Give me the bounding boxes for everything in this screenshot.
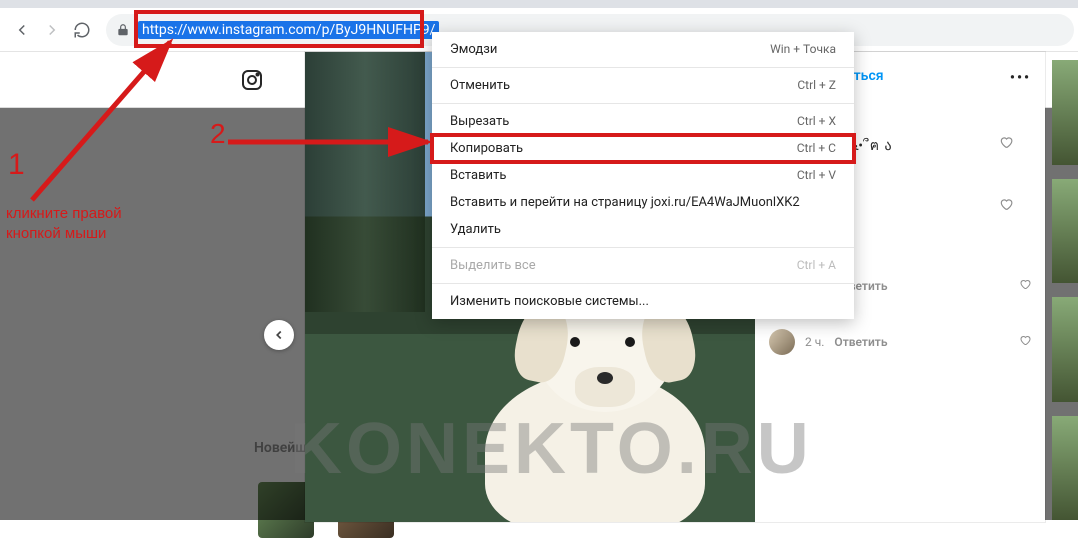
context-menu-item: Выделить все Ctrl + A: [432, 252, 854, 279]
watermark: KONEKTO.RU: [290, 408, 813, 490]
context-menu-shortcut: Ctrl + A: [797, 258, 836, 273]
prev-post-button[interactable]: [264, 320, 294, 350]
like-button[interactable]: [999, 197, 1013, 215]
comment-time: 2 ч.: [805, 335, 824, 349]
annotation-number-2: 2: [210, 118, 226, 150]
like-caption-button[interactable]: [999, 135, 1013, 153]
context-menu-label: Удалить: [450, 222, 501, 237]
context-menu-separator: [432, 283, 854, 284]
annotation-arrow-1: [20, 30, 220, 214]
context-menu-item[interactable]: Эмодзи Win + Точка: [432, 36, 854, 63]
context-menu-item[interactable]: Вставить Ctrl + V: [432, 162, 854, 189]
context-menu-label: Изменить поисковые системы...: [450, 294, 649, 309]
context-menu-item[interactable]: Удалить: [432, 216, 854, 243]
context-menu-item[interactable]: Вставить и перейти на страницу joxi.ru/E…: [432, 189, 854, 216]
background-thumbs-right: [1052, 60, 1078, 520]
context-menu-item[interactable]: Вырезать Ctrl + X: [432, 108, 854, 135]
context-menu-label: Вставить: [450, 168, 506, 183]
context-menu-shortcut: Ctrl + V: [797, 168, 836, 183]
annotation-number-1: 1: [8, 148, 25, 182]
like-comment-button[interactable]: [1019, 334, 1031, 350]
reply-link[interactable]: Ответить: [834, 335, 887, 349]
context-menu-shortcut: Ctrl + C: [797, 141, 836, 156]
context-menu-separator: [432, 67, 854, 68]
tab-strip: [0, 0, 1078, 8]
avatar[interactable]: [769, 329, 795, 355]
context-menu-separator: [432, 247, 854, 248]
context-menu-item[interactable]: Отменить Ctrl + Z: [432, 72, 854, 99]
context-menu[interactable]: Эмодзи Win + Точка Отменить Ctrl + Z Вырезат…: [432, 32, 854, 319]
context-menu-shortcut: Win + Точка: [770, 42, 836, 57]
context-menu-item[interactable]: Копировать Ctrl + C: [432, 135, 854, 162]
context-menu-label: Копировать: [450, 141, 523, 156]
more-options-button[interactable]: •••: [1010, 70, 1031, 86]
context-menu-label: Выделить все: [450, 258, 536, 273]
instagram-logo-icon[interactable]: [240, 68, 264, 92]
context-menu-label: Вставить и перейти на страницу joxi.ru/E…: [450, 195, 800, 210]
context-menu-shortcut: Ctrl + Z: [797, 78, 836, 93]
context-menu-label: Эмодзи: [450, 42, 497, 57]
comment-row: 2 ч. Ответить: [769, 329, 1031, 355]
annotation-arrow-2: [228, 128, 438, 162]
like-comment-button[interactable]: [1019, 278, 1031, 294]
context-menu-label: Отменить: [450, 78, 510, 93]
context-menu-shortcut: Ctrl + X: [797, 114, 836, 129]
context-menu-item[interactable]: Изменить поисковые системы...: [432, 288, 854, 315]
context-menu-separator: [432, 103, 854, 104]
context-menu-label: Вырезать: [450, 114, 509, 129]
annotation-instruction: кликните правой кнопкой мыши: [6, 204, 176, 245]
